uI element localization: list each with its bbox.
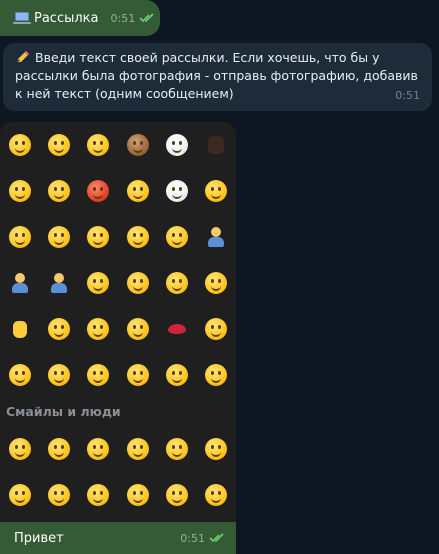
- squinting-face-icon: [165, 438, 188, 460]
- angry-face-icon: [87, 180, 110, 202]
- flushed-face-icon: [8, 364, 31, 386]
- tears-of-joy-icon: [47, 484, 70, 506]
- sunglasses-face-icon: [165, 226, 188, 248]
- message-time: 0:51: [395, 89, 420, 102]
- drooling-face-icon: [47, 180, 70, 202]
- message-meta: 0:51: [111, 12, 157, 25]
- emoji-row: [0, 168, 236, 214]
- sad-tear-face-icon: [126, 484, 149, 506]
- squinting-tongue-icon: [165, 364, 188, 386]
- emoji-row: [0, 260, 236, 306]
- person-icon: [205, 134, 227, 156]
- message-time: 0:51: [180, 531, 205, 545]
- kiss-mark-icon: [166, 318, 188, 340]
- loudly-crying-face-icon: [126, 318, 149, 340]
- heart-eyes-icon: [126, 272, 149, 294]
- message-time: 0:51: [110, 11, 136, 25]
- tears-of-joy-icon: [87, 272, 110, 294]
- beaming-face-icon: [126, 438, 149, 460]
- emoji-row: [0, 426, 236, 472]
- message-text: Введи текст своей рассылки. Если хочешь,…: [15, 50, 418, 101]
- outgoing-message[interactable]: Рассылка 0:51: [0, 0, 160, 36]
- person-icon: [205, 226, 227, 248]
- caption-text: Привет: [14, 530, 64, 546]
- clown-face-icon: [165, 180, 188, 202]
- chat-view: Рассылка 0:51 Введи текст своей рассылки…: [0, 0, 439, 554]
- emoji-row: [0, 214, 236, 260]
- message-text: Рассылка: [34, 10, 99, 26]
- grinning-big-eyes-icon: [47, 438, 70, 460]
- smiling-face-icon: [165, 484, 188, 506]
- emoji-row: [0, 472, 236, 518]
- grinning-big-eyes-icon: [126, 364, 149, 386]
- message-meta: 0:51: [180, 532, 226, 545]
- nerd-face-icon: [87, 226, 110, 248]
- chess-pawn-icon: [165, 134, 188, 156]
- grinning-smiling-eyes-icon: [87, 438, 110, 460]
- beaming-face-icon: [87, 318, 110, 340]
- grinning-sweat-icon: [205, 438, 228, 460]
- incoming-message[interactable]: Введи текст своей рассылки. Если хочешь,…: [3, 43, 432, 111]
- photo-caption: Привет 0:51: [0, 522, 236, 554]
- computer-icon: [13, 12, 31, 24]
- blushing-face-icon: [205, 484, 228, 506]
- pensive-face-icon: [47, 318, 70, 340]
- grinning-sweat-icon: [87, 134, 110, 156]
- emoji-section-title: Смайлы и люди: [6, 404, 121, 419]
- sad-tear-face-icon: [126, 180, 149, 202]
- screaming-face-icon: [205, 364, 228, 386]
- emoji-row: [0, 122, 236, 168]
- pleading-face-icon: [8, 226, 31, 248]
- slightly-smiling-face-icon: [47, 226, 70, 248]
- photo-message[interactable]: Смайлы и люди Привет 0:51: [0, 122, 236, 554]
- double-check-icon: [139, 13, 154, 23]
- zany-face-icon: [47, 364, 70, 386]
- pleading-face-icon: [205, 180, 228, 202]
- thumbs-up-icon: [9, 318, 31, 340]
- pencil-icon: [17, 51, 29, 62]
- unamused-face-icon: [205, 318, 228, 340]
- smiling-eyes-icon: [165, 272, 188, 294]
- emoji-row: [0, 352, 236, 398]
- emoji-row: [0, 306, 236, 352]
- emoji-grid-photo: Смайлы и люди: [0, 122, 236, 554]
- upside-down-face-icon: [8, 180, 31, 202]
- person-raising-hand-icon: [9, 272, 31, 294]
- grinning-face-icon: [205, 272, 228, 294]
- winking-face-icon: [87, 364, 110, 386]
- smiling-hearts-face-icon: [126, 226, 149, 248]
- see-no-evil-monkey-icon: [126, 134, 149, 156]
- double-check-icon: [209, 533, 224, 543]
- rolling-laughing-icon: [87, 484, 110, 506]
- grinning-face-icon: [8, 438, 31, 460]
- person-shrugging-icon: [48, 272, 70, 294]
- grinning-sweat-icon: [8, 484, 31, 506]
- crying-face-icon: [8, 134, 31, 156]
- smiling-face-icon: [47, 134, 70, 156]
